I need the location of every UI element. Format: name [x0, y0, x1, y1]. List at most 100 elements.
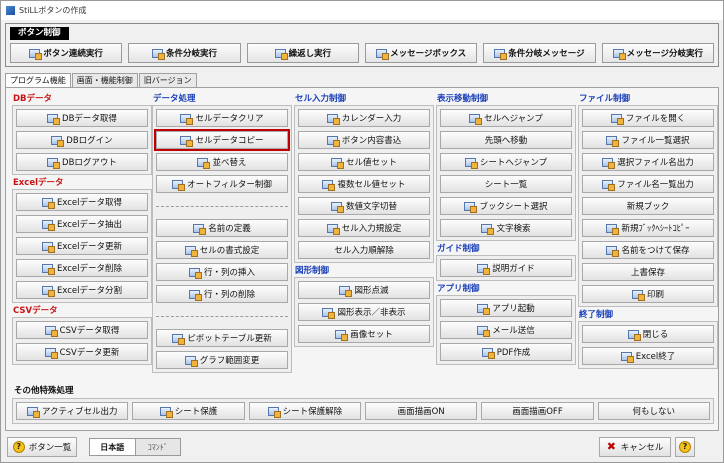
db-logout-button[interactable]: DBログアウト	[16, 153, 148, 171]
db-login-button[interactable]: DBログイン	[16, 131, 148, 149]
sheet-protect-button[interactable]: シート保護	[132, 402, 245, 420]
excel-fetch-button[interactable]: Excelデータ取得	[16, 193, 148, 211]
command-icon	[197, 157, 211, 169]
screen-update-on-button[interactable]: 画面描画ON	[364, 402, 478, 420]
sheet-unprotect-button[interactable]: シート保護解除	[248, 402, 361, 420]
help-button[interactable]: ?	[675, 437, 695, 457]
new-book-sheet-copy-button[interactable]: 新規ﾌﾞｯｸﾍｼｰﾄｺﾋﾟｰ	[582, 219, 714, 237]
button-list-button[interactable]: ? ボタン一覧	[7, 437, 77, 457]
section-title-db: DBデータ	[13, 94, 53, 104]
excel-extract-button[interactable]: Excelデータ抽出	[16, 215, 148, 233]
close-icon: ✖	[606, 440, 616, 453]
shape-toggle-button[interactable]: 図形表示／非表示	[298, 303, 430, 321]
screen-update-off-button[interactable]: 画面描画OFF	[481, 402, 594, 420]
do-nothing-button[interactable]: 何もしない	[597, 402, 710, 420]
chart-range-button[interactable]: グラフ範囲変更	[156, 351, 288, 369]
excel-delete-button[interactable]: Excelデータ削除	[16, 259, 148, 277]
button-content-write-button[interactable]: ボタン内容書込	[298, 131, 430, 149]
button-control-label: ボタン制御	[10, 27, 69, 40]
set-image-button[interactable]: 画像セット	[298, 325, 430, 343]
book-sheet-select-button[interactable]: ブックシート選択	[440, 197, 572, 215]
section-title-cell-input: セル入力制御	[295, 94, 347, 104]
new-book-button[interactable]: 新規ブック	[582, 197, 714, 215]
serial-run-button[interactable]: ボタン連続実行	[10, 43, 123, 63]
section-title-excel: Excelデータ	[13, 178, 64, 188]
command-icon	[41, 263, 55, 275]
selected-file-output-button[interactable]: 選択ファイル名出力	[582, 153, 714, 171]
autofilter-button[interactable]: オートフィルター制御	[156, 175, 288, 193]
excel-quit-button[interactable]: Excel終了	[582, 347, 714, 365]
command-icon	[326, 223, 340, 235]
lang-command-option[interactable]: ｺﾏﾝﾄﾞ	[135, 439, 180, 455]
command-icon	[606, 223, 620, 235]
app-launch-button[interactable]: アプリ起動	[440, 299, 572, 317]
message-branch-button[interactable]: メッセージ分岐実行	[601, 43, 714, 63]
group-excel: Excelデータ取得 Excelデータ抽出 Excelデータ更新 Excelデー…	[12, 189, 152, 303]
csv-fetch-button[interactable]: CSVデータ取得	[16, 321, 148, 339]
overwrite-save-button[interactable]: 上書保存	[582, 263, 714, 281]
send-mail-button[interactable]: メール送信	[440, 321, 572, 339]
command-icon	[464, 201, 478, 213]
bottom-bar: ? ボタン一覧 日本語 ｺﾏﾝﾄﾞ ✖ キャンセル ?	[5, 435, 719, 459]
set-multi-cell-button[interactable]: 複数セル値セット	[298, 175, 430, 193]
jump-to-sheet-button[interactable]: シートへジャンプ	[440, 153, 572, 171]
clear-cell-button[interactable]: セルデータクリア	[156, 109, 288, 127]
column-nav: 表示移動制御 セルへジャンプ 先頭へ移動 シートへジャンプ シート一覧 ブックシ…	[436, 94, 576, 368]
text-search-button[interactable]: 文字検索	[440, 219, 572, 237]
define-name-button[interactable]: 名前の定義	[156, 219, 288, 237]
tab-screen-control[interactable]: 画面・機能制御	[71, 73, 138, 88]
shape-blink-button[interactable]: 図形点滅	[298, 281, 430, 299]
repeat-run-button[interactable]: 繰返し実行	[246, 43, 359, 63]
active-cell-output-button[interactable]: アクティブセル出力	[16, 402, 129, 420]
command-icon	[151, 48, 165, 60]
num-text-toggle-button[interactable]: 数値文字切替	[298, 197, 430, 215]
window-title: StiLLボタンの作成	[19, 6, 87, 15]
lang-japanese-option[interactable]: 日本語	[90, 439, 136, 455]
insert-row-col-button[interactable]: 行・列の挿入	[156, 263, 288, 281]
pivot-refresh-button[interactable]: ピボットテーブル更新	[156, 329, 288, 347]
command-icon	[376, 48, 390, 60]
set-cell-value-button[interactable]: セル値セット	[298, 153, 430, 171]
guide-button[interactable]: 説明ガイド	[440, 259, 572, 277]
command-icon	[602, 179, 616, 191]
db-fetch-button[interactable]: DBデータ取得	[16, 109, 148, 127]
conditional-message-button[interactable]: 条件分岐メッセージ	[483, 43, 596, 63]
group-data: セルデータクリア セルデータコピー 並べ替え オートフィルター制御 名前の定義 …	[152, 105, 292, 373]
copy-cell-button[interactable]: セルデータコピー	[154, 129, 290, 151]
print-button[interactable]: 印刷	[582, 285, 714, 303]
sheet-list-button[interactable]: シート一覧	[440, 175, 572, 193]
save-as-button[interactable]: 名前をつけて保存	[582, 241, 714, 259]
group-nav: セルへジャンプ 先頭へ移動 シートへジャンプ シート一覧 ブックシート選択 文字…	[436, 105, 576, 241]
command-icon	[481, 223, 495, 235]
csv-update-button[interactable]: CSVデータ更新	[16, 343, 148, 361]
cancel-button[interactable]: ✖ キャンセル	[599, 437, 671, 457]
open-file-button[interactable]: ファイルを開く	[582, 109, 714, 127]
delete-row-col-button[interactable]: 行・列の削除	[156, 285, 288, 303]
tab-panel: DBデータ DBデータ取得 DBログイン DBログアウト Excelデータ Ex…	[5, 87, 719, 431]
tab-old-version[interactable]: 旧バージョン	[138, 73, 197, 88]
go-top-button[interactable]: 先頭へ移動	[440, 131, 572, 149]
file-name-list-button[interactable]: ファイル名一覧出力	[582, 175, 714, 193]
conditional-run-button[interactable]: 条件分岐実行	[128, 43, 241, 63]
message-box-button[interactable]: メッセージボックス	[364, 43, 478, 63]
input-rule-button[interactable]: セル入力規設定	[298, 219, 430, 237]
command-icon	[326, 135, 340, 147]
jump-to-cell-button[interactable]: セルへジャンプ	[440, 109, 572, 127]
section-title-file: ファイル制御	[579, 94, 631, 104]
command-icon	[188, 289, 202, 301]
cell-format-button[interactable]: セルの書式設定	[156, 241, 288, 259]
app-icon	[6, 6, 15, 15]
file-list-select-button[interactable]: ファイル一覧選択	[582, 131, 714, 149]
close-button[interactable]: 閉じる	[582, 325, 714, 343]
command-icon	[180, 135, 194, 147]
excel-update-button[interactable]: Excelデータ更新	[16, 237, 148, 255]
command-icon	[627, 329, 641, 341]
excel-split-button[interactable]: Excelデータ分割	[16, 281, 148, 299]
group-guide: 説明ガイド	[436, 255, 576, 281]
sort-button[interactable]: 並べ替え	[156, 153, 288, 171]
input-order-clear-button[interactable]: セル入力順解除	[298, 241, 430, 259]
create-pdf-button[interactable]: PDF作成	[440, 343, 572, 361]
command-icon	[274, 48, 288, 60]
calendar-input-button[interactable]: カレンダー入力	[298, 109, 430, 127]
command-icon	[322, 307, 336, 319]
